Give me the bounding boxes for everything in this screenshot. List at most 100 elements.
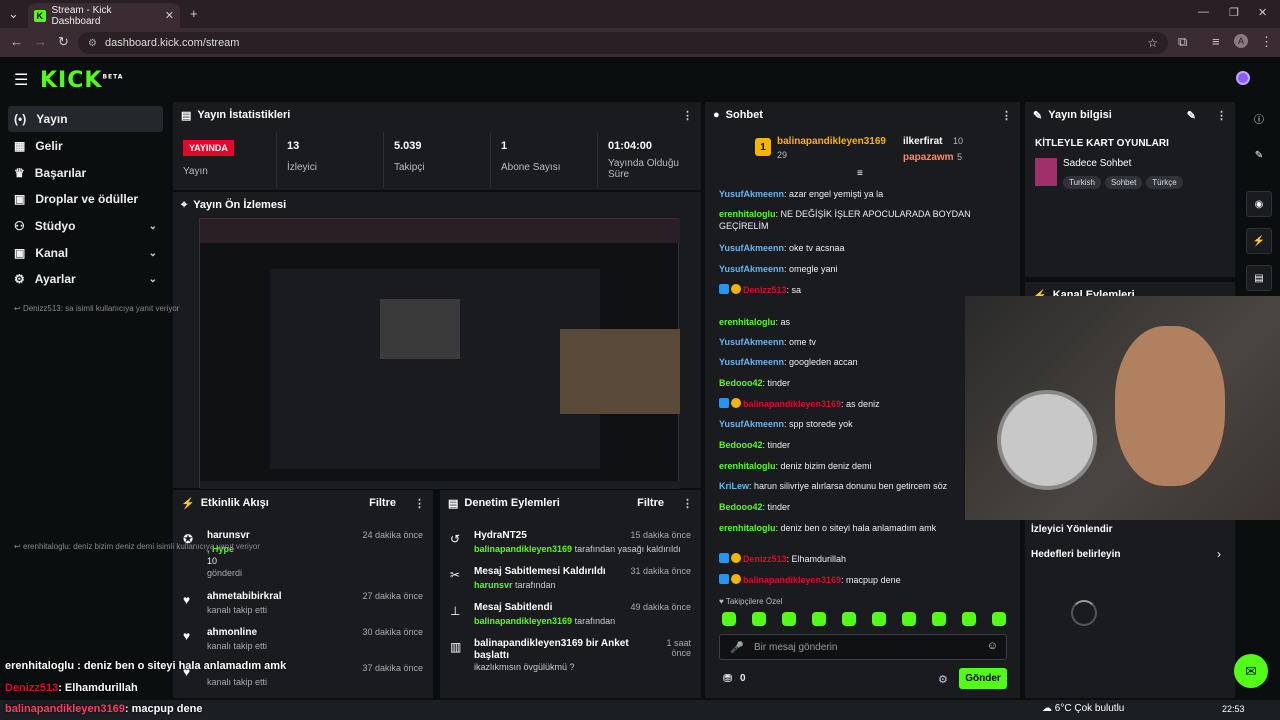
emote-icon[interactable]: [932, 612, 946, 626]
emote-icon[interactable]: [962, 612, 976, 626]
help-chat-button[interactable]: ✉: [1234, 654, 1268, 688]
emote-icon[interactable]: [992, 612, 1006, 626]
filter-button[interactable]: Filtre: [369, 497, 396, 509]
chat-message[interactable]: KriLew: harun silivriye alırlarsa donunu…: [719, 480, 999, 492]
filter-button[interactable]: Filtre: [637, 497, 664, 509]
chat-message[interactable]: YusufAkmeenn: oke tv acsnaa: [719, 242, 999, 254]
back-icon[interactable]: ←: [10, 34, 23, 49]
url-input[interactable]: ⚙ dashboard.kick.com/stream ☆: [78, 32, 1168, 54]
more-options-icon[interactable]: ⋮: [682, 109, 693, 122]
camera-icon[interactable]: ◉: [1246, 191, 1272, 217]
emote-icon[interactable]: [722, 612, 736, 626]
sidebar-item-droplar[interactable]: ▣ Droplar ve ödüller: [8, 186, 163, 212]
emote-icon[interactable]: [842, 612, 856, 626]
category-name[interactable]: Sadece Sohbet: [1063, 158, 1131, 169]
more-options-icon[interactable]: ⋮: [682, 497, 693, 510]
gifter-name[interactable]: papazawm: [903, 152, 954, 163]
emote-icon[interactable]: [752, 612, 766, 626]
media-icon[interactable]: ≡: [1212, 34, 1220, 49]
info-icon[interactable]: ⓘ: [1246, 105, 1272, 131]
bookmark-star-icon[interactable]: ☆: [1147, 36, 1158, 50]
more-options-icon[interactable]: ⋮: [1216, 109, 1227, 122]
chat-username[interactable]: YusufAkmeenn: [719, 357, 784, 367]
browser-menu-icon[interactable]: ⋮: [1260, 34, 1273, 50]
lightning-icon[interactable]: ⚡: [1246, 228, 1272, 254]
chat-username[interactable]: YusufAkmeenn: [719, 189, 784, 199]
new-tab-icon[interactable]: +: [190, 6, 198, 21]
forward-icon[interactable]: →: [34, 34, 47, 49]
chat-message[interactable]: erenhitaloglu: as: [719, 316, 999, 328]
tag[interactable]: Türkçe: [1146, 176, 1183, 189]
gifter-name[interactable]: ilkerfirat: [903, 136, 942, 147]
kick-logo[interactable]: KICKBETA: [40, 68, 123, 93]
chat-message[interactable]: balinapandikleyen3169: as deniz: [719, 398, 999, 410]
reload-icon[interactable]: ↻: [58, 34, 69, 50]
sidebar-item-gelir[interactable]: ▦ Gelir: [8, 133, 163, 159]
emote-icon[interactable]: [782, 612, 796, 626]
chat-message[interactable]: Bedooo42: tinder: [719, 501, 999, 513]
edit-icon[interactable]: ✎: [1187, 109, 1196, 122]
emote-icon[interactable]: [872, 612, 886, 626]
stream-preview-video[interactable]: [199, 218, 680, 489]
restore-icon[interactable]: ❐: [1229, 6, 1239, 19]
mic-icon[interactable]: 🎤: [730, 641, 744, 654]
goals-action[interactable]: Hedefleri belirleyin: [1031, 549, 1120, 560]
chat-message[interactable]: Bedooo42: tinder: [719, 377, 999, 389]
chat-username[interactable]: erenhitaloglu: [719, 461, 776, 471]
tag[interactable]: Turkish: [1063, 176, 1101, 189]
chat-message[interactable]: YusufAkmeenn: googleden accan: [719, 356, 999, 368]
chat-message[interactable]: YusufAkmeenn: omegle yani: [719, 263, 999, 275]
chat-username[interactable]: Bedooo42: [719, 502, 763, 512]
chat-username[interactable]: erenhitaloglu: [719, 209, 776, 219]
sidebar-item-yayin[interactable]: (•) Yayın: [8, 106, 163, 132]
chat-username[interactable]: YusufAkmeenn: [719, 337, 784, 347]
chat-message[interactable]: YusufAkmeenn: spp storede yok: [719, 418, 999, 430]
expand-icon[interactable]: ≡: [857, 168, 863, 179]
chat-username[interactable]: Denizz513: [743, 285, 787, 295]
sidebar-item-basarilar[interactable]: ♛ Başarılar: [8, 160, 163, 186]
more-options-icon[interactable]: ⋮: [414, 497, 425, 510]
top-gifter-name[interactable]: balinapandikleyen3169: [777, 136, 886, 147]
chevron-right-icon[interactable]: ›: [1217, 547, 1221, 561]
chat-username[interactable]: Denizz513: [743, 554, 787, 564]
extensions-icon[interactable]: ⧉: [1178, 34, 1187, 50]
tab-close-icon[interactable]: ✕: [165, 9, 174, 22]
close-window-icon[interactable]: ✕: [1258, 6, 1267, 19]
chat-message[interactable]: YusufAkmeenn: azar engel yemişti ya la: [719, 188, 999, 200]
document-icon[interactable]: ▤: [1246, 265, 1272, 291]
chat-username[interactable]: erenhitaloglu: [719, 317, 776, 327]
chat-username[interactable]: erenhitaloglu: [719, 523, 776, 533]
tab-search-icon[interactable]: ⌄: [8, 6, 19, 22]
user-avatar[interactable]: [1236, 71, 1250, 85]
raid-action[interactable]: İzleyici Yönlendir: [1031, 524, 1113, 535]
send-button[interactable]: Gönder: [959, 668, 1007, 689]
chat-message[interactable]: erenhitaloglu: deniz ben o siteyi hala a…: [719, 522, 999, 534]
chat-message[interactable]: Denizz513: Elhamdurillah: [719, 553, 999, 565]
chat-username[interactable]: YusufAkmeenn: [719, 243, 784, 253]
chat-message[interactable]: YusufAkmeenn: ome tv: [719, 336, 999, 348]
chat-message[interactable]: erenhitaloglu: deniz bizim deniz demi: [719, 460, 999, 472]
weather-widget[interactable]: ☁ 6°C Çok bulutlu: [1042, 703, 1124, 714]
sidebar-item-studyo[interactable]: ⚇ Stüdyo ⌄: [8, 213, 163, 239]
chat-message-input[interactable]: 🎤 Bir mesaj gönderin ☺: [719, 634, 1007, 660]
emote-icon[interactable]: [812, 612, 826, 626]
minimize-icon[interactable]: —: [1198, 6, 1209, 18]
emoji-icon[interactable]: ☺: [987, 640, 998, 652]
chat-username[interactable]: balinapandikleyen3169: [743, 575, 841, 585]
profile-avatar[interactable]: A: [1234, 34, 1248, 48]
hamburger-menu-icon[interactable]: ☰: [14, 70, 28, 90]
chat-username[interactable]: balinapandikleyen3169: [743, 399, 841, 409]
chat-message[interactable]: Bedooo42: tinder: [719, 439, 999, 451]
site-info-icon[interactable]: ⚙: [88, 38, 97, 49]
tag[interactable]: Sohbet: [1104, 176, 1143, 189]
chat-username[interactable]: YusufAkmeenn: [719, 419, 784, 429]
chat-message[interactable]: erenhitaloglu: NE DEĞİŞİK İŞLER APOCULAR…: [719, 208, 999, 232]
more-options-icon[interactable]: ⋮: [1001, 109, 1012, 122]
edit-icon[interactable]: ✎: [1246, 142, 1272, 168]
emote-icon[interactable]: [902, 612, 916, 626]
sidebar-item-ayarlar[interactable]: ⚙ Ayarlar ⌄: [8, 266, 163, 292]
chat-settings-icon[interactable]: ⚙: [938, 673, 948, 686]
chat-message[interactable]: balinapandikleyen3169: macpup dene: [719, 574, 999, 586]
sidebar-item-kanal[interactable]: ▣ Kanal ⌄: [8, 240, 163, 266]
chat-username[interactable]: Bedooo42: [719, 378, 763, 388]
